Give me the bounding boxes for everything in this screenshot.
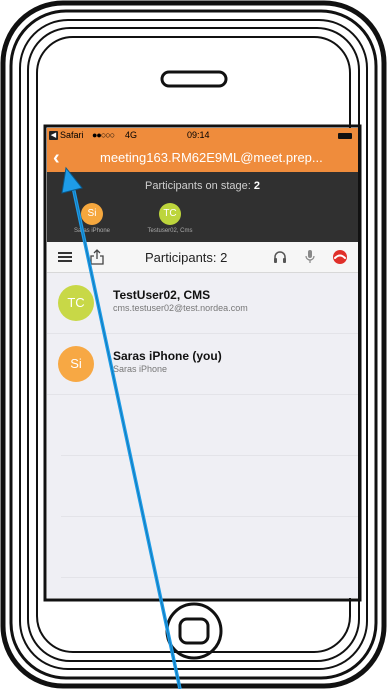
microphone-icon[interactable] <box>305 249 315 265</box>
battery-icon <box>338 133 352 139</box>
stage-area: Participants on stage: 2 Si Saras iPhone… <box>47 172 358 242</box>
hang-up-icon[interactable] <box>331 250 349 264</box>
back-app-label[interactable]: Safari <box>60 130 84 140</box>
stage-participant-name: Testuser02, Cms <box>147 228 193 234</box>
list-divider <box>61 577 358 578</box>
avatar: Si <box>81 203 103 225</box>
participant-name: Saras iPhone (you) <box>113 349 222 363</box>
back-to-app-icon[interactable]: ◀ <box>49 131 58 140</box>
clock: 09:14 <box>187 130 210 140</box>
participants-toolbar: Participants: 2 <box>47 242 358 273</box>
meeting-title: meeting163.RM62E9ML@meet.prep... <box>100 150 323 165</box>
participants-title: Participants: 2 <box>145 250 228 265</box>
stage-participant[interactable]: Si Saras iPhone <box>55 203 129 234</box>
list-divider <box>61 455 358 456</box>
headset-icon[interactable] <box>273 250 287 264</box>
participant-list: TC TestUser02, CMS cms.testuser02@test.n… <box>47 273 358 598</box>
avatar: TC <box>159 203 181 225</box>
navigation-bar: ‹ meeting163.RM62E9ML@meet.prep... <box>47 144 358 172</box>
list-divider <box>61 516 358 517</box>
status-bar: ◀ Safari ●●○○○ 4G 09:14 <box>47 128 358 144</box>
stage-participant-name: Saras iPhone <box>73 228 111 234</box>
back-button[interactable]: ‹ <box>53 145 60 171</box>
participant-name: TestUser02, CMS <box>113 288 211 302</box>
share-icon[interactable] <box>89 249 105 265</box>
participant-email: cms.testuser02@test.nordea.com <box>113 303 248 313</box>
stage-participant[interactable]: TC Testuser02, Cms <box>133 203 207 234</box>
stage-header: Participants on stage: 2 <box>47 180 358 192</box>
participant-row[interactable]: TC TestUser02, CMS cms.testuser02@test.n… <box>47 273 358 334</box>
stage-count: 2 <box>253 180 260 192</box>
participant-device: Saras iPhone <box>113 364 168 374</box>
signal-strength-icon: ●●○○○ <box>92 130 115 140</box>
participant-row[interactable]: Si Saras iPhone (you) Saras iPhone <box>47 334 358 395</box>
stage-label: Participants on stage: <box>145 180 251 192</box>
app-screen: ◀ Safari ●●○○○ 4G 09:14 ‹ meeting163.RM6… <box>47 128 358 598</box>
menu-icon[interactable] <box>58 252 72 262</box>
network-type: 4G <box>125 130 138 140</box>
avatar: TC <box>58 285 94 321</box>
avatar: Si <box>58 346 94 382</box>
